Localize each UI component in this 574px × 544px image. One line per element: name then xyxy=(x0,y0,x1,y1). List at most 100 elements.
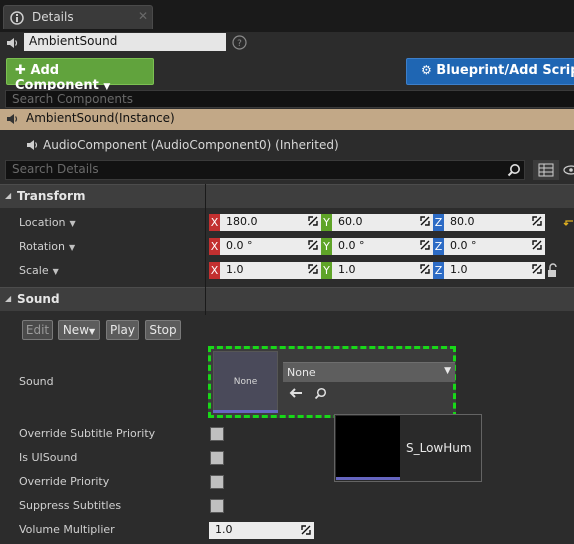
drag-handle-icon[interactable] xyxy=(532,264,542,274)
axis-z-label: Z xyxy=(433,214,444,231)
scale-y-field[interactable]: Y 1.0 xyxy=(321,262,433,279)
drag-handle-icon[interactable] xyxy=(301,525,311,535)
lock-icon[interactable] xyxy=(547,263,559,278)
section-title: Sound xyxy=(17,292,60,306)
axis-x-label: X xyxy=(209,214,220,231)
scale-z-field[interactable]: Z 1.0 xyxy=(433,262,545,279)
chevron-down-icon: ▼ xyxy=(89,327,96,336)
location-y-input[interactable]: 60.0 xyxy=(332,214,433,231)
location-z-field[interactable]: Z 80.0 xyxy=(433,214,545,231)
sound-asset-combo[interactable]: None ▼ xyxy=(283,362,455,382)
transform-section-header[interactable]: ◢ Transform xyxy=(0,184,574,208)
scale-y-input[interactable]: 1.0 xyxy=(332,262,433,279)
property-row: Suppress Subtitles xyxy=(0,494,574,518)
override-subtitle-priority-checkbox[interactable] xyxy=(210,427,224,441)
sound-section-header[interactable]: ◢ Sound xyxy=(0,287,574,311)
override-priority-checkbox[interactable] xyxy=(210,475,224,489)
scale-z-input[interactable]: 1.0 xyxy=(444,262,545,279)
rotation-y-field[interactable]: Y 0.0 ° xyxy=(321,238,433,255)
property-row: Override Priority xyxy=(0,470,574,494)
location-label[interactable]: Location ▼ xyxy=(19,216,76,229)
component-label: AmbientSound(Instance) xyxy=(26,111,175,125)
property-matrix-button[interactable] xyxy=(533,160,559,180)
property-label: Override Priority xyxy=(19,475,110,488)
rotation-z-input[interactable]: 0.0 ° xyxy=(444,238,545,255)
property-label: Is UISound xyxy=(19,451,78,464)
scale-label[interactable]: Scale ▼ xyxy=(19,264,59,277)
gear-icon: ⚙ xyxy=(421,63,432,77)
speaker-icon xyxy=(27,140,38,150)
collapse-arrow-icon: ◢ xyxy=(5,294,12,303)
add-component-label: Add Component xyxy=(15,63,99,93)
location-x-field[interactable]: X 180.0 xyxy=(209,214,321,231)
axis-y-label: Y xyxy=(321,262,332,279)
chevron-down-icon: ▼ xyxy=(69,243,76,252)
stop-button[interactable]: Stop xyxy=(145,320,181,340)
drag-handle-icon[interactable] xyxy=(308,264,318,274)
drag-handle-icon[interactable] xyxy=(420,216,430,226)
axis-z-label: Z xyxy=(433,238,444,255)
location-y-field[interactable]: Y 60.0 xyxy=(321,214,433,231)
chevron-down-icon: ▼ xyxy=(69,219,76,228)
close-icon[interactable]: ✕ xyxy=(138,9,148,23)
scale-row: Scale ▼ X 1.0 Y 1.0 Z 1.0 xyxy=(0,259,574,283)
new-button[interactable]: New▼ xyxy=(58,320,100,340)
collapse-arrow-icon: ◢ xyxy=(5,191,12,200)
volume-multiplier-label: Volume Multiplier xyxy=(19,523,115,536)
drag-handle-icon[interactable] xyxy=(420,264,430,274)
play-button[interactable]: Play xyxy=(106,320,139,340)
search-components-input[interactable]: Search Components xyxy=(5,90,574,108)
reset-arrow-icon[interactable] xyxy=(563,218,574,228)
scale-x-field[interactable]: X 1.0 xyxy=(209,262,321,279)
component-row-ambientsound[interactable]: AmbientSound(Instance) xyxy=(0,109,574,130)
tab-title: Details xyxy=(32,10,74,24)
rotation-y-input[interactable]: 0.0 ° xyxy=(332,238,433,255)
component-label: AudioComponent (AudioComponent0) (Inheri… xyxy=(43,138,339,152)
drag-handle-icon[interactable] xyxy=(308,240,318,250)
section-title: Transform xyxy=(17,189,86,203)
property-row: Override Subtitle Priority xyxy=(0,422,574,446)
drag-handle-icon[interactable] xyxy=(532,240,542,250)
volume-multiplier-input[interactable]: 1.0 xyxy=(209,522,314,539)
rotation-x-field[interactable]: X 0.0 ° xyxy=(209,238,321,255)
component-row-audiocomponent[interactable]: AudioComponent (AudioComponent0) (Inheri… xyxy=(0,135,574,155)
is-uisound-checkbox[interactable] xyxy=(210,451,224,465)
blueprint-label: Blueprint/Add Script xyxy=(436,63,574,78)
combo-value: None xyxy=(287,366,316,379)
plus-icon: ✚ xyxy=(15,63,26,78)
property-label: Suppress Subtitles xyxy=(19,499,122,512)
search-details-input[interactable]: Search Details xyxy=(5,160,525,180)
drag-handle-icon[interactable] xyxy=(308,216,318,226)
tab-bar: Details ✕ xyxy=(0,0,574,32)
rotation-row: Rotation ▼ X 0.0 ° Y 0.0 ° Z 0.0 ° xyxy=(0,235,574,259)
rotation-label[interactable]: Rotation ▼ xyxy=(19,240,75,253)
drag-handle-icon[interactable] xyxy=(420,240,430,250)
blueprint-add-script-button[interactable]: ⚙ Blueprint/Add Script xyxy=(406,58,574,85)
edit-button[interactable]: Edit xyxy=(22,320,53,340)
property-matrix-icon xyxy=(538,163,554,177)
details-icon xyxy=(10,11,24,25)
axis-y-label: Y xyxy=(321,214,332,231)
thumbnail-color-bar xyxy=(213,410,278,413)
browse-magnifier-icon[interactable] xyxy=(314,387,327,400)
add-component-button[interactable]: ✚ Add Component ▼ xyxy=(6,58,154,93)
use-selected-arrow-icon[interactable] xyxy=(289,387,303,399)
rotation-x-input[interactable]: 0.0 ° xyxy=(220,238,321,255)
rotation-z-field[interactable]: Z 0.0 ° xyxy=(433,238,545,255)
chevron-down-icon: ▼ xyxy=(52,267,59,276)
column-divider[interactable] xyxy=(205,287,206,315)
axis-x-label: X xyxy=(209,262,220,279)
suppress-subtitles-checkbox[interactable] xyxy=(210,499,224,513)
help-icon[interactable]: ? xyxy=(232,35,247,50)
search-icon xyxy=(507,164,520,177)
tab-details[interactable]: Details ✕ xyxy=(3,5,153,29)
location-x-input[interactable]: 180.0 xyxy=(220,214,321,231)
property-row: Is UISound xyxy=(0,446,574,470)
chevron-down-icon: ▼ xyxy=(444,366,451,376)
drag-handle-icon[interactable] xyxy=(532,216,542,226)
scale-x-input[interactable]: 1.0 xyxy=(220,262,321,279)
eye-icon[interactable] xyxy=(563,164,574,176)
svg-text:?: ? xyxy=(237,39,242,49)
location-z-input[interactable]: 80.0 xyxy=(444,214,545,231)
actor-name-input[interactable]: AmbientSound xyxy=(24,33,226,51)
